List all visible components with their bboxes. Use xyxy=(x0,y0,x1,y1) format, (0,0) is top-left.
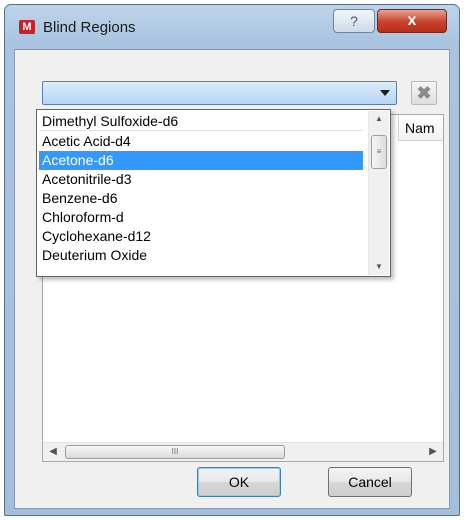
dropdown-item[interactable]: Acetic Acid-d4 xyxy=(39,132,363,151)
delete-button[interactable]: ✖ xyxy=(411,81,437,105)
solvent-combobox[interactable] xyxy=(42,81,397,105)
scroll-right-icon[interactable]: ▶ xyxy=(423,443,443,461)
ok-button[interactable]: OK xyxy=(197,467,281,497)
horizontal-scrollbar[interactable]: ◀ III ▶ xyxy=(43,442,443,461)
help-button[interactable]: ? xyxy=(333,9,375,33)
dropdown-item[interactable]: Benzene-d6 xyxy=(39,189,363,208)
dropdown-item[interactable]: Dimethyl Sulfoxide-d6 xyxy=(39,112,363,131)
column-header-name[interactable]: Nam xyxy=(398,115,443,141)
vertical-scrollbar[interactable]: ▲ ≡ ▼ xyxy=(368,111,389,275)
dropdown-item[interactable]: Deuterium Oxide xyxy=(39,246,363,265)
scroll-down-icon[interactable]: ▼ xyxy=(369,259,389,275)
title-bar[interactable]: M Blind Regions ? x xyxy=(5,5,459,47)
dropdown-item-selected[interactable]: Acetone-d6 xyxy=(39,151,363,170)
cancel-button[interactable]: Cancel xyxy=(328,467,412,497)
dropdown-item[interactable]: Cyclohexane-d12 xyxy=(39,227,363,246)
close-button[interactable]: x xyxy=(377,9,447,33)
dialog-title: Blind Regions xyxy=(43,19,136,36)
vertical-scroll-thumb[interactable]: ≡ xyxy=(371,135,387,169)
app-logo-icon: M xyxy=(19,20,35,34)
horizontal-scroll-thumb[interactable]: III xyxy=(65,445,285,459)
scroll-up-icon[interactable]: ▲ xyxy=(369,111,389,127)
dropdown-item[interactable]: Acetonitrile-d3 xyxy=(39,170,363,189)
dropdown-item[interactable]: Chloroform-d xyxy=(39,208,363,227)
scroll-left-icon[interactable]: ◀ xyxy=(43,443,63,461)
chevron-down-icon[interactable] xyxy=(380,90,390,96)
delete-icon: ✖ xyxy=(416,83,432,103)
solvent-dropdown-list[interactable]: Dimethyl Sulfoxide-d6 Acetic Acid-d4 Ace… xyxy=(36,109,391,277)
dropdown-divider xyxy=(39,130,363,131)
